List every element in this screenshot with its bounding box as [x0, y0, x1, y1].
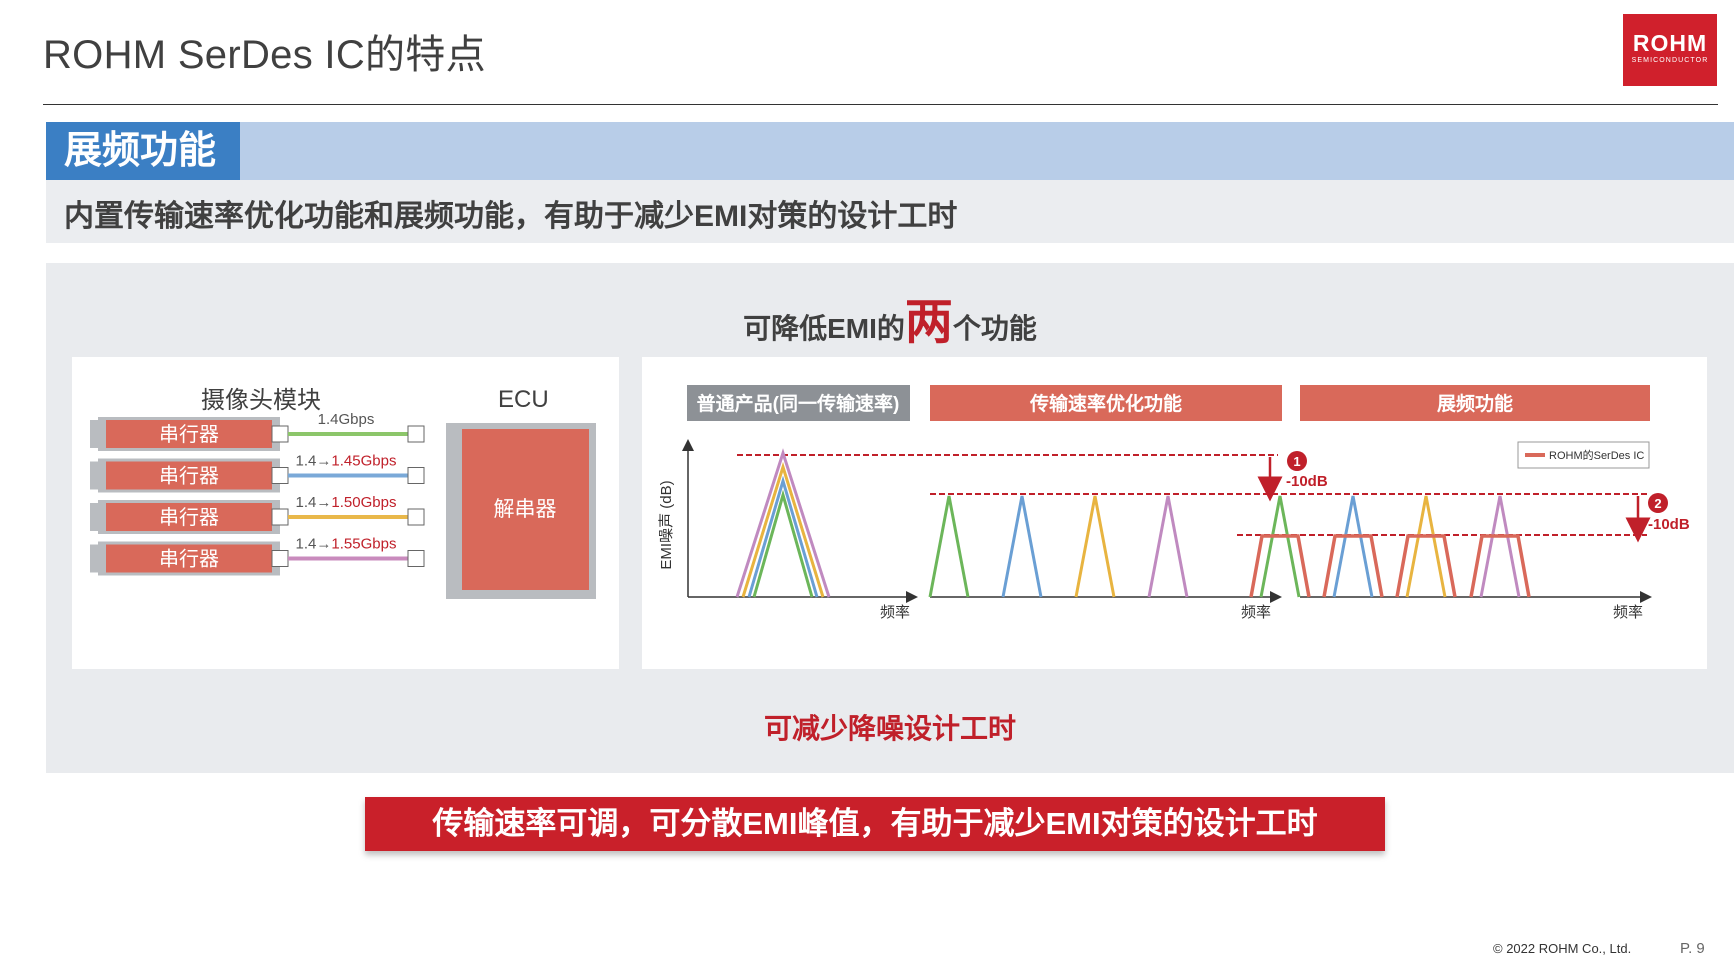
section-tag: 展频功能 — [46, 122, 240, 180]
panel-title: 可降低EMI的两个功能 — [300, 282, 1480, 352]
serializer-port — [271, 467, 289, 484]
link-rate-label: 1.4→1.55Gbps — [296, 536, 397, 553]
legend-label: ROHM的SerDes IC — [1549, 448, 1644, 462]
step-marker-2-label: 2 — [1654, 496, 1661, 511]
y-axis-label: EMI噪声 (dB) — [657, 480, 675, 569]
rohm-spread-peak — [1469, 534, 1531, 598]
link-rate-label: 1.4→1.45Gbps — [296, 453, 397, 470]
header-rate-opt: 传输速率优化功能 — [1029, 392, 1182, 415]
link-rate-value: 1.55Gbps — [331, 536, 396, 553]
serializer-label: 串行器 — [159, 423, 219, 446]
deserializer-port — [407, 508, 425, 526]
serializer-port — [271, 550, 289, 567]
title-divider — [43, 104, 1718, 105]
link-rate-prefix: 1.4→ — [296, 536, 332, 553]
rohm-spread-peak — [1395, 534, 1457, 598]
slide-title: ROHM SerDes IC的特点 — [43, 33, 486, 77]
block-diagram-card: 摄像头模块 ECU 解串器 串行器 1.4Gbps 串行器 1.4→1.45Gbps 串… — [72, 357, 619, 669]
emi-peak — [1479, 495, 1521, 598]
emi-peak — [928, 495, 970, 598]
page-number: P. 9 — [1680, 940, 1705, 957]
rohm-spread-peak — [1249, 534, 1311, 598]
deserializer-port — [407, 550, 425, 567]
emi-peak — [1405, 495, 1447, 598]
x-axis-label-rate-opt: 频率 — [1241, 604, 1271, 621]
emi-peak — [1147, 495, 1189, 598]
ecu-label: ECU — [498, 386, 549, 413]
logo-subtitle: SEMICONDUCTOR — [1631, 57, 1709, 64]
reduction-value-1: -10dB — [1286, 473, 1328, 490]
emi-peak — [1332, 495, 1374, 598]
section-subtitle: 内置传输速率优化功能和展频功能，有助于减少EMI对策的设计工时 — [64, 200, 958, 233]
panel-note: 可减少降噪设计工时 — [763, 713, 1016, 744]
serializer-port — [271, 508, 289, 526]
deserializer-port — [407, 425, 425, 443]
serializer-label: 串行器 — [159, 548, 219, 571]
link-rate-value: 1.45Gbps — [331, 453, 396, 470]
emi-chart: 普通产品(同一传输速率) 传输速率优化功能 展频功能 EMI噪声 (dB) 频率… — [657, 385, 1690, 621]
rohm-spread-peak — [1322, 534, 1384, 598]
serializer-rows: 串行器1.4Gbps串行器1.4→1.45Gbps串行器1.4→1.50Gbps… — [90, 411, 425, 576]
deserializer-label: 解串器 — [494, 498, 557, 521]
step-marker-1-label: 1 — [1293, 454, 1300, 469]
camera-module-label: 摄像头模块 — [201, 387, 321, 414]
reduction-value-2: -10dB — [1648, 516, 1690, 533]
serializer-label: 串行器 — [159, 465, 219, 488]
logo-wordmark: ROHM — [1632, 30, 1708, 56]
section-band — [46, 122, 1734, 180]
emi-peak — [1259, 495, 1301, 598]
link-rate-prefix: 1.4→ — [296, 494, 332, 511]
link-rate-prefix: 1.4→ — [296, 453, 332, 470]
deserializer-port — [407, 467, 425, 484]
serializer-port — [271, 425, 289, 443]
panel-title-emphasis: 两 — [904, 296, 953, 349]
header-normal: 普通产品(同一传输速率) — [697, 392, 900, 415]
x-axis-label-normal: 频率 — [880, 604, 910, 621]
emi-peak — [1074, 495, 1116, 598]
link-rate-label: 1.4Gbps — [318, 411, 375, 428]
block-diagram: 摄像头模块 ECU 解串器 串行器1.4Gbps串行器1.4→1.45Gbps串… — [90, 386, 596, 599]
emi-chart-card: 普通产品(同一传输速率) 传输速率优化功能 展频功能 EMI噪声 (dB) 频率… — [642, 357, 1707, 669]
conclusion-banner: 传输速率可调，可分散EMI峰值，有助于减少EMI对策的设计工时 — [365, 797, 1385, 851]
x-axis-label-spread: 频率 — [1613, 604, 1643, 621]
emi-peaks — [735, 448, 1531, 598]
serializer-label: 串行器 — [159, 506, 219, 529]
copyright: © 2022 ROHM Co., Ltd. — [1493, 941, 1632, 956]
panel-title-pre: 可降低EMI的 — [743, 313, 905, 344]
link-rate-label: 1.4→1.50Gbps — [296, 494, 397, 511]
rohm-logo: ROHM SEMICONDUCTOR — [1623, 14, 1717, 86]
panel-title-post: 个功能 — [952, 313, 1037, 344]
header-spread-spectrum: 展频功能 — [1437, 392, 1513, 415]
link-rate-value: 1.50Gbps — [331, 494, 396, 511]
emi-peak — [1001, 495, 1043, 598]
